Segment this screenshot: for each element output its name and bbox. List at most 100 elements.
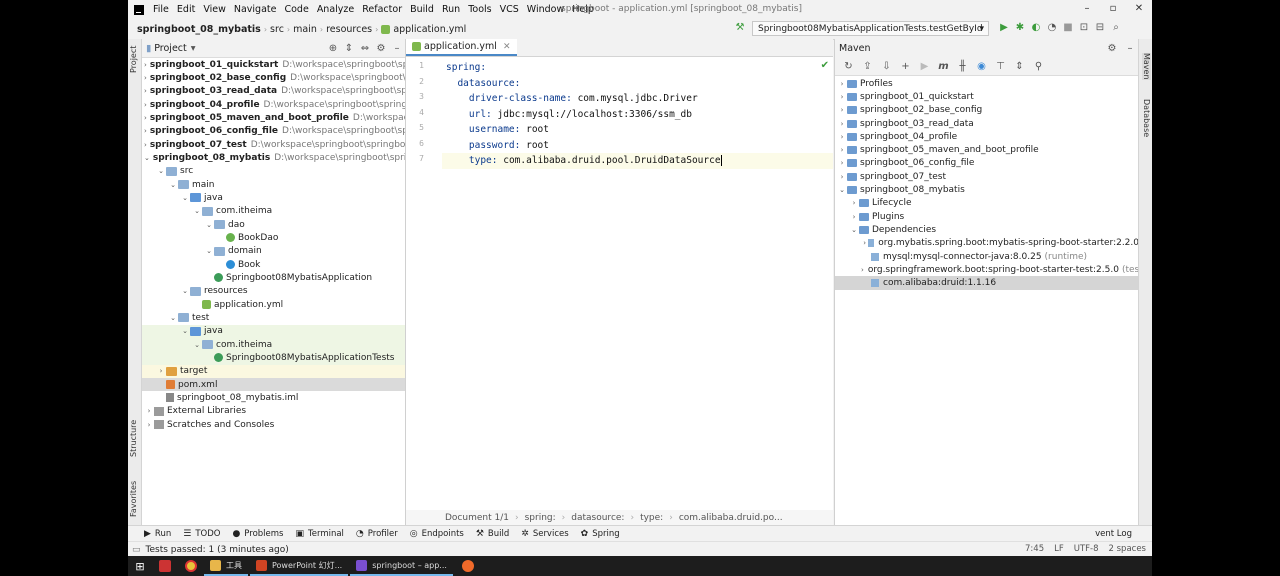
nav-crumb[interactable]: application.yml: [378, 24, 469, 35]
nav-crumb[interactable]: resources: [323, 24, 375, 35]
chevron-right-icon[interactable]: ›: [837, 133, 847, 141]
chevron-right-icon[interactable]: ›: [144, 61, 147, 69]
tree-item[interactable]: springboot_08_mybatis.iml: [142, 391, 405, 404]
tree-item[interactable]: application.yml: [142, 298, 405, 311]
gear-icon[interactable]: ⚙: [373, 43, 389, 54]
maven-tree-item[interactable]: › springboot_01_quickstart: [835, 90, 1139, 103]
editor-breadcrumb-item[interactable]: datasource:: [568, 513, 627, 523]
status-tests-icon[interactable]: ▭: [132, 545, 141, 555]
chevron-down-icon[interactable]: ⌄: [204, 247, 214, 255]
maven-stripe-tab[interactable]: Maven: [1142, 53, 1151, 80]
minimize-icon[interactable]: –: [1074, 0, 1100, 18]
maximize-icon[interactable]: ▫: [1100, 0, 1126, 18]
chevron-right-icon[interactable]: ›: [837, 159, 847, 167]
code-line[interactable]: spring:: [446, 60, 486, 76]
run-configuration-select[interactable]: Springboot08MybatisApplicationTests.test…: [752, 21, 989, 36]
chevron-down-icon[interactable]: ⌄: [144, 154, 150, 162]
menu-file[interactable]: File: [149, 4, 173, 15]
chevron-right-icon[interactable]: ›: [837, 80, 847, 88]
menu-run[interactable]: Run: [438, 4, 464, 15]
toolwindow-run[interactable]: ▶ Run: [138, 529, 177, 539]
editor-breadcrumb-item[interactable]: com.alibaba.druid.po...: [676, 513, 786, 523]
maven-tree-item[interactable]: › springboot_06_config_file: [835, 157, 1139, 170]
chevron-right-icon[interactable]: ›: [144, 407, 154, 415]
tree-item[interactable]: › springboot_03_read_data D:\workspace\spr…: [142, 85, 405, 98]
menu-vcs[interactable]: VCS: [496, 4, 523, 15]
tree-item[interactable]: pom.xml: [142, 377, 405, 392]
chevron-right-icon[interactable]: ›: [144, 421, 154, 429]
editor-breadcrumb-item[interactable]: type:: [637, 513, 666, 523]
gear-icon[interactable]: ⚙: [1103, 43, 1121, 54]
tree-item[interactable]: ⌄ main: [142, 178, 405, 191]
reload-icon[interactable]: ↻: [839, 61, 858, 72]
chevron-down-icon[interactable]: ⌄: [168, 181, 178, 189]
maven-dependency-item[interactable]: › org.springframework.boot:spring-boot-st…: [835, 263, 1139, 276]
coverage-icon[interactable]: ◐: [1028, 22, 1044, 33]
chevron-down-icon[interactable]: ⌄: [204, 221, 214, 229]
toolwindow-todo[interactable]: ☰ TODO: [177, 529, 226, 539]
menu-refactor[interactable]: Refactor: [358, 4, 406, 15]
chevron-down-icon[interactable]: ▾: [191, 43, 196, 54]
wrench-icon[interactable]: ⚲: [1029, 61, 1048, 72]
editor-breadcrumb-item[interactable]: spring:: [522, 513, 559, 523]
menu-analyze[interactable]: Analyze: [313, 4, 358, 15]
chevron-down-icon[interactable]: ⌄: [180, 194, 190, 202]
tree-item[interactable]: Springboot08MybatisApplicationTests: [142, 351, 405, 365]
line-separator-label[interactable]: LF: [1054, 542, 1064, 556]
vcs-icon[interactable]: ⊡: [1076, 22, 1092, 33]
close-window-icon[interactable]: ✕: [1126, 0, 1152, 18]
tree-item[interactable]: › springboot_01_quickstart D:\workspace\sp…: [142, 58, 405, 71]
tree-item[interactable]: Springboot08MybatisApplication: [142, 271, 405, 284]
menu-edit[interactable]: Edit: [173, 4, 199, 15]
toolwindow-profiler[interactable]: ◔ Profiler: [350, 529, 404, 539]
code-line[interactable]: username: root: [446, 122, 549, 138]
maven-dependency-item[interactable]: mysql:mysql-connector-java:8.0.25 (runtim…: [835, 250, 1139, 263]
run-maven-icon[interactable]: ▶: [915, 61, 934, 72]
code-view[interactable]: 1 2 3 4 5 6 7 spring: datasource: driver-class…: [406, 57, 833, 507]
chevron-down-icon[interactable]: ⌄: [192, 207, 202, 215]
tree-item[interactable]: › springboot_04_profile D:\workspace\sprin…: [142, 98, 405, 111]
chevron-down-icon[interactable]: ⌄: [192, 341, 202, 349]
maven-tree-item[interactable]: › springboot_07_test: [835, 170, 1139, 183]
toolwindow-spring[interactable]: ✿ Spring: [575, 529, 626, 539]
app-icon-orange[interactable]: [455, 556, 481, 576]
file-encoding[interactable]: UTF-8: [1074, 542, 1099, 556]
maven-tree-item[interactable]: › Profiles: [835, 77, 1139, 90]
project-stripe-tab[interactable]: Project: [129, 46, 138, 73]
maven-tree-item[interactable]: › springboot_05_maven_and_boot_profile: [835, 143, 1139, 156]
debug-icon[interactable]: ✱: [1012, 22, 1028, 33]
toolwindow-services[interactable]: ✲ Services: [515, 529, 574, 539]
tree-item[interactable]: ⌄ com.itheima: [142, 337, 405, 352]
chevron-down-icon[interactable]: ⌄: [156, 167, 166, 175]
tree-item[interactable]: › springboot_05_maven_and_boot_profile D:\…: [142, 111, 405, 124]
nav-crumb[interactable]: springboot_08_mybatis: [134, 24, 264, 35]
close-tab-icon[interactable]: ✕: [503, 42, 511, 52]
chrome-icon[interactable]: [178, 556, 204, 576]
tree-item[interactable]: › External Libraries: [142, 405, 405, 418]
indent-setting[interactable]: 2 spaces: [1109, 542, 1146, 556]
favorites-stripe-tab[interactable]: Favorites: [129, 481, 138, 517]
tree-item[interactable]: BookDao: [142, 231, 405, 244]
tree-item[interactable]: ⌄ dao: [142, 218, 405, 231]
nav-crumb[interactable]: src: [267, 24, 287, 35]
chevron-right-icon[interactable]: ›: [144, 127, 147, 135]
profile-run-icon[interactable]: ◔: [1044, 22, 1060, 33]
toolwindow-build[interactable]: ⚒ Build: [470, 529, 515, 539]
chevron-right-icon[interactable]: ›: [144, 87, 147, 95]
add-project-icon[interactable]: ⇪: [858, 61, 877, 72]
skip-tests-icon[interactable]: ◉: [972, 61, 991, 72]
app-icon-red[interactable]: [152, 556, 178, 576]
maven-tree-item[interactable]: › springboot_02_base_config: [835, 104, 1139, 117]
chevron-right-icon[interactable]: ›: [144, 101, 147, 109]
tree-item[interactable]: › springboot_02_base_config D:\workspace\s…: [142, 71, 405, 84]
show-dependencies-icon[interactable]: ⊤: [991, 61, 1010, 72]
maven-tree-item[interactable]: › Plugins: [835, 210, 1139, 223]
tree-item[interactable]: › target: [142, 364, 405, 378]
code-line[interactable]: datasource:: [446, 76, 520, 92]
execute-goal-icon[interactable]: m: [934, 61, 953, 72]
project-panel-title[interactable]: Project: [154, 43, 187, 54]
menu-tools[interactable]: Tools: [464, 4, 495, 15]
tree-item[interactable]: ⌄ src: [142, 165, 405, 178]
menu-navigate[interactable]: Navigate: [230, 4, 281, 15]
code-line[interactable]: url: jdbc:mysql://localhost:3306/ssm_db: [446, 107, 692, 123]
